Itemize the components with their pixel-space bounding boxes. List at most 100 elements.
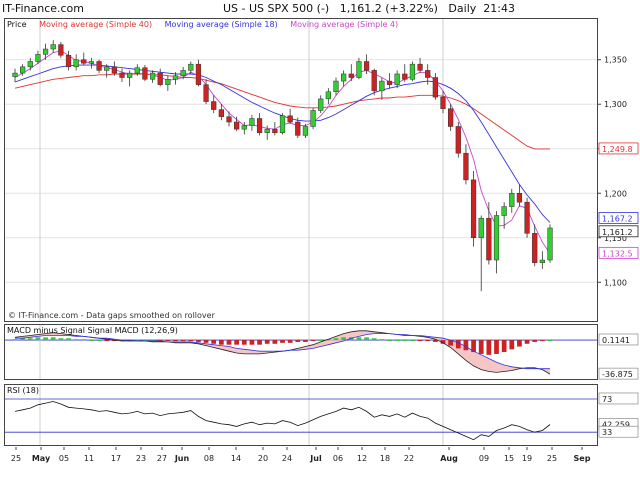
candle-body: [73, 59, 79, 68]
macd-histogram-bar: [509, 340, 515, 350]
macd-histogram-bar: [517, 340, 522, 347]
price-legend: Price Moving average (Simple 40) Moving …: [7, 20, 408, 29]
rsi-value-badge: 73: [598, 392, 639, 405]
candle: [470, 171, 477, 247]
rsi-panel[interactable]: RSI (18): [4, 384, 598, 446]
candle-body: [310, 110, 316, 127]
candle-body: [532, 233, 538, 263]
rsi-value-badge: 33: [598, 425, 639, 438]
candle-body: [256, 118, 263, 133]
candle: [226, 111, 232, 127]
candle: [234, 116, 240, 131]
candle-body: [516, 193, 523, 203]
macd-histogram-bar: [280, 340, 285, 343]
rsi-y-tick-label: 73: [602, 395, 612, 404]
candle: [325, 88, 331, 105]
macd-histogram-bar: [43, 337, 48, 341]
candle-body: [478, 217, 484, 239]
candle-body: [501, 206, 507, 216]
price-chart[interactable]: [5, 19, 597, 321]
top-bar: IT-Finance.com US - US SPX 500 (-) 1,161…: [0, 0, 640, 16]
macd-histogram-bar: [211, 340, 217, 344]
macd-histogram-bar: [257, 340, 262, 345]
candle: [249, 114, 255, 131]
candle-body: [172, 75, 179, 80]
macd-histogram-bar: [264, 340, 270, 344]
macd-value-badge: 0.1141: [598, 333, 639, 346]
candle-body: [272, 128, 278, 133]
macd-histogram-bar: [50, 337, 56, 341]
candle: [356, 57, 362, 80]
macd-histogram-bar: [371, 338, 377, 341]
candle: [318, 95, 324, 114]
rsi-y-tick-label: 33: [602, 428, 612, 437]
macd-histogram-bar: [310, 340, 316, 342]
x-tick-label: 23: [136, 454, 146, 463]
macd-histogram-bar: [417, 340, 423, 342]
candle: [58, 41, 64, 58]
candle-body: [20, 66, 26, 74]
candle: [287, 108, 293, 124]
macd-histogram-bar: [341, 337, 347, 341]
site-title: IT-Finance.com: [2, 2, 84, 15]
candle-body: [409, 63, 416, 80]
macd-histogram-bar: [547, 340, 553, 342]
ticker-info: US - US SPX 500 (-) 1,161.2 (+3.22%) Dai…: [223, 2, 515, 15]
candle-body: [249, 118, 255, 126]
candle: [211, 95, 217, 114]
macd-histogram-bar: [165, 340, 171, 342]
macd-histogram-bar: [364, 337, 369, 341]
macd-histogram-bar: [218, 340, 224, 345]
macd-histogram-bar: [81, 339, 87, 341]
macd-histogram-bar: [356, 337, 362, 341]
candle: [195, 59, 202, 87]
candle-body: [226, 116, 232, 123]
macd-histogram-bar: [455, 340, 461, 349]
macd-histogram-bar: [66, 338, 71, 341]
value-badge: 1,249.8: [598, 142, 639, 155]
candle: [524, 197, 530, 238]
candle-body: [325, 91, 331, 100]
candle: [501, 202, 507, 229]
macd-histogram-bar: [425, 340, 431, 342]
candle: [50, 40, 56, 53]
candle-body: [42, 48, 49, 55]
candle: [455, 122, 461, 158]
candle-body: [509, 193, 515, 207]
macd-histogram-bar: [188, 340, 194, 342]
candle-body: [539, 259, 545, 263]
x-tick-label: 24: [282, 454, 292, 463]
x-tick-label: 25: [547, 454, 557, 463]
x-tick-label: 27: [157, 454, 167, 463]
candle-body: [279, 115, 286, 133]
candle: [402, 64, 408, 82]
macd-histogram-bar: [486, 340, 492, 355]
candle-body: [119, 72, 125, 78]
macd-histogram-bar: [203, 340, 209, 343]
rsi-line: [14, 401, 551, 441]
candle-body: [402, 73, 408, 80]
macd-histogram-bar: [12, 339, 18, 341]
candle: [157, 68, 163, 87]
candle-body: [264, 128, 270, 133]
x-tick-label: Jun: [174, 454, 190, 463]
rsi-legend: RSI (18): [7, 386, 39, 395]
candle-body: [348, 73, 354, 78]
macd-panel[interactable]: MACD minus Signal Signal MACD (12,26,9): [4, 324, 598, 380]
x-tick-label: 20: [258, 454, 268, 463]
candle: [119, 68, 125, 82]
candle-body: [218, 109, 224, 117]
candle-body: [111, 66, 117, 74]
candle: [516, 184, 523, 207]
rsi-chart[interactable]: [5, 385, 597, 445]
macd-legend: MACD minus Signal Signal MACD (12,26,9): [7, 326, 178, 335]
candle-body: [287, 115, 293, 123]
price-panel[interactable]: Price Moving average (Simple 40) Moving …: [4, 18, 598, 322]
candle: [509, 188, 515, 213]
macd-histogram-bar: [58, 338, 64, 341]
candle: [341, 70, 347, 87]
macd-y-tick-label: 0.1141: [602, 336, 630, 345]
candle-body: [96, 61, 102, 71]
candle-body: [363, 61, 370, 71]
value-badge-label: 1,132.5: [602, 249, 633, 258]
